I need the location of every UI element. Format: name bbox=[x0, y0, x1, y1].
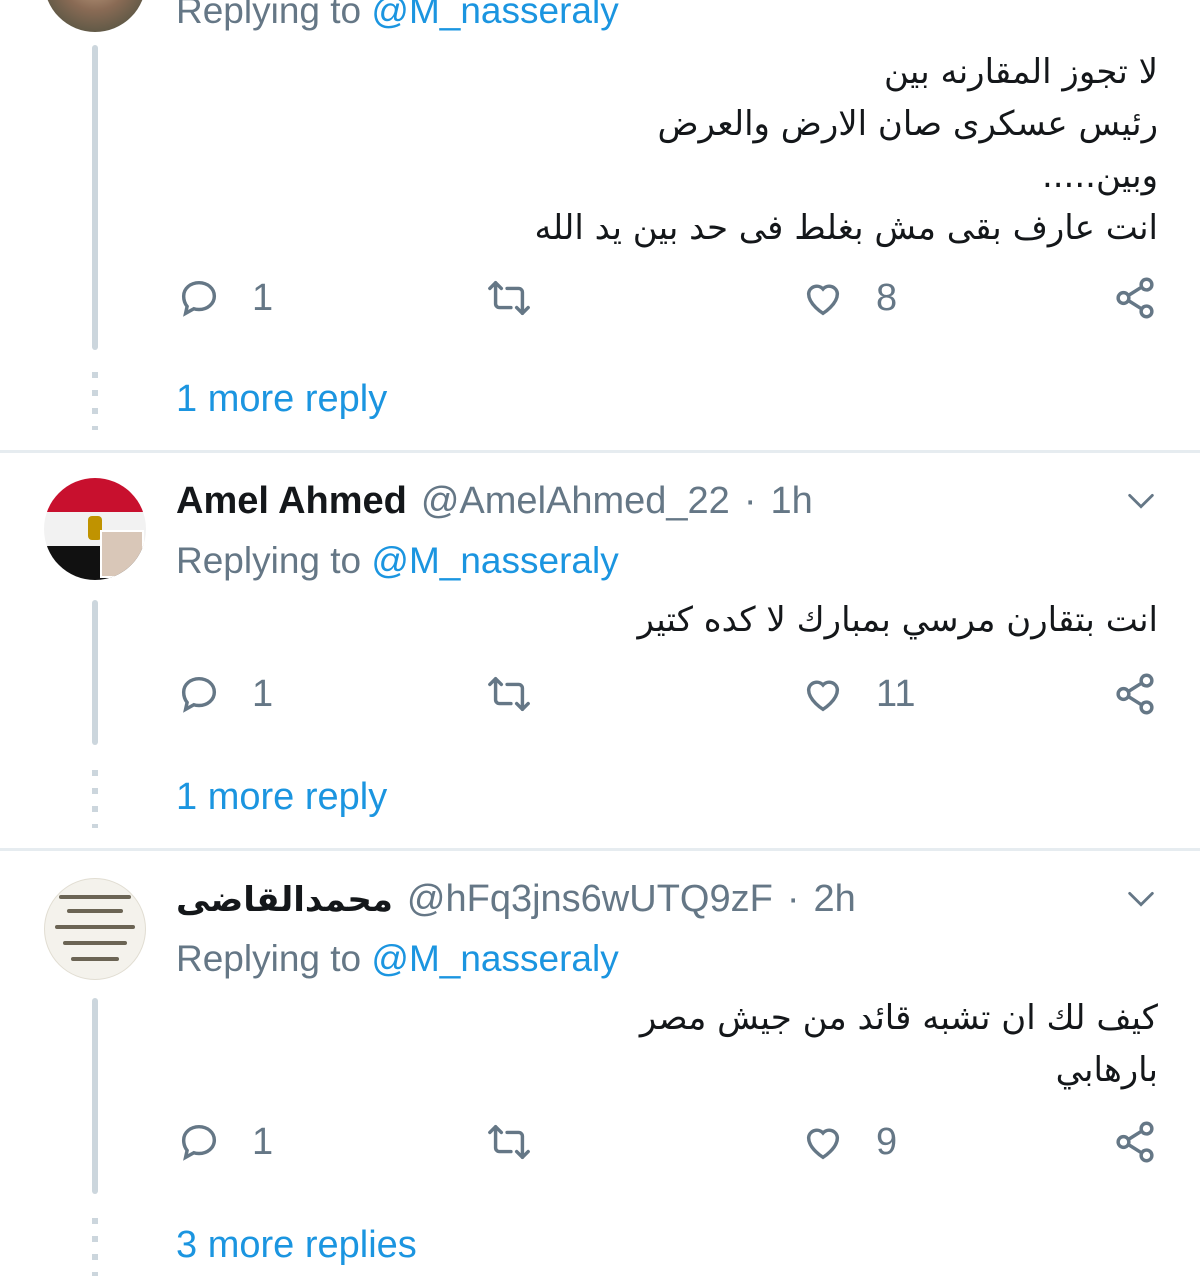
thread-dots bbox=[92, 770, 98, 828]
reply-icon bbox=[181, 676, 217, 713]
replying-to: Replying to @M_nasseraly bbox=[176, 540, 619, 582]
heart-icon bbox=[806, 680, 840, 712]
share-button[interactable] bbox=[1112, 671, 1158, 717]
reply-button[interactable]: 1 bbox=[176, 275, 273, 321]
like-count: 8 bbox=[876, 276, 898, 319]
share-icon bbox=[1116, 673, 1154, 715]
thread-dots bbox=[92, 1218, 98, 1276]
like-button[interactable]: 9 bbox=[800, 1119, 897, 1165]
tweet-header: محمدالقاضى @hFq3jns6wUTQ9zF · 2h bbox=[176, 878, 856, 928]
retweet-button[interactable] bbox=[486, 1119, 532, 1165]
replying-label: Replying to bbox=[176, 938, 362, 979]
user-handle[interactable]: @AmelAhmed_22 bbox=[421, 480, 730, 523]
display-name[interactable]: محمدالقاضى bbox=[176, 880, 393, 920]
thread-line bbox=[92, 45, 98, 350]
tweet-text: كيف لك ان تشبه قائد من جيش مصر بارهابي bbox=[639, 998, 1158, 1090]
thread-line bbox=[92, 600, 98, 745]
timestamp[interactable]: 1h bbox=[770, 480, 812, 523]
share-icon bbox=[1116, 277, 1154, 319]
retweet-icon bbox=[488, 676, 530, 712]
reply-count: 1 bbox=[252, 672, 274, 715]
avatar[interactable] bbox=[44, 878, 146, 980]
chevron-down-icon[interactable] bbox=[1124, 484, 1158, 518]
more-replies-link[interactable]: 1 more reply bbox=[176, 776, 387, 819]
like-button[interactable]: 11 bbox=[800, 671, 915, 717]
replying-to: Replying to @M_nasseraly bbox=[176, 938, 619, 980]
separator-dot: · bbox=[743, 480, 757, 522]
replying-handle-link[interactable]: @M_nasseraly bbox=[371, 0, 618, 31]
replying-to: Replying to @M_nasseraly bbox=[176, 0, 619, 32]
reply-icon bbox=[181, 1124, 217, 1161]
replying-handle-link[interactable]: @M_nasseraly bbox=[371, 938, 618, 979]
share-icon bbox=[1116, 1121, 1154, 1163]
like-count: 9 bbox=[876, 1120, 898, 1163]
separator-dot: · bbox=[786, 878, 800, 920]
retweet-icon bbox=[488, 1124, 530, 1160]
tweet-text: انت بتقارن مرسي بمبارك لا كده كتير bbox=[637, 600, 1159, 640]
chevron-down-icon[interactable] bbox=[1124, 882, 1158, 916]
replying-handle-link[interactable]: @M_nasseraly bbox=[371, 540, 618, 581]
avatar[interactable] bbox=[44, 478, 146, 580]
divider bbox=[0, 450, 1200, 453]
retweet-button[interactable] bbox=[486, 275, 532, 321]
heart-icon bbox=[806, 284, 840, 316]
avatar[interactable] bbox=[44, 0, 146, 32]
reply-icon bbox=[181, 280, 217, 317]
retweet-button[interactable] bbox=[486, 671, 532, 717]
like-button[interactable]: 8 bbox=[800, 275, 897, 321]
heart-icon bbox=[806, 1128, 840, 1160]
replying-label: Replying to bbox=[176, 540, 362, 581]
tweet-text: لا تجوز المقارنه بين رئيس عسكرى صان الار… bbox=[534, 52, 1159, 248]
reply-button[interactable]: 1 bbox=[176, 671, 273, 717]
thread-line bbox=[92, 998, 98, 1194]
replying-label: Replying to bbox=[176, 0, 362, 31]
like-count: 11 bbox=[876, 672, 916, 715]
user-handle[interactable]: @hFq3jns6wUTQ9zF bbox=[407, 878, 773, 921]
more-replies-link[interactable]: 1 more reply bbox=[176, 378, 387, 421]
share-button[interactable] bbox=[1112, 275, 1158, 321]
divider bbox=[0, 848, 1200, 851]
reply-count: 1 bbox=[252, 276, 274, 319]
more-replies-link[interactable]: 3 more replies bbox=[176, 1224, 417, 1267]
display-name[interactable]: Amel Ahmed bbox=[176, 480, 407, 523]
reply-button[interactable]: 1 bbox=[176, 1119, 273, 1165]
timestamp[interactable]: 2h bbox=[813, 878, 855, 921]
retweet-icon bbox=[488, 280, 530, 316]
reply-count: 1 bbox=[252, 1120, 274, 1163]
share-button[interactable] bbox=[1112, 1119, 1158, 1165]
thread-dots bbox=[92, 372, 98, 430]
tweet-header: Amel Ahmed @AmelAhmed_22 · 1h bbox=[176, 480, 813, 530]
